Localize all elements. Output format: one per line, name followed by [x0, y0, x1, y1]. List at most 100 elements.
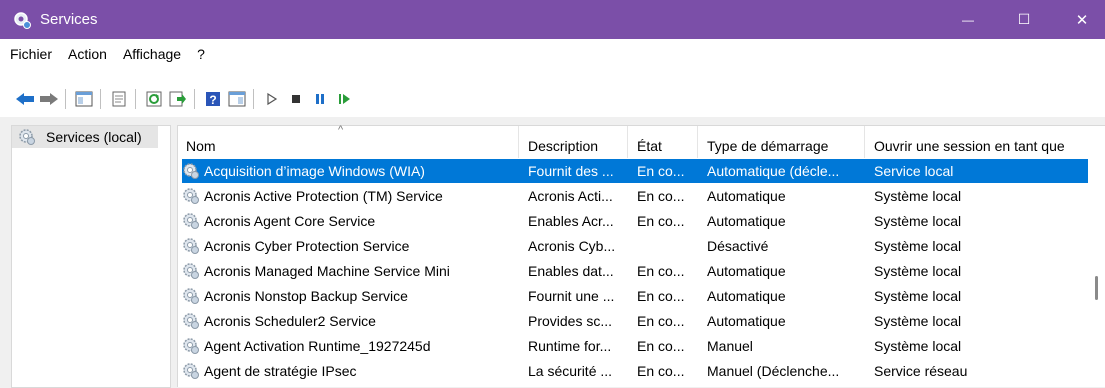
cell-description: Acronis Cyb... [528, 238, 616, 254]
close-button[interactable]: ✕ [1059, 0, 1105, 39]
service-gear-icon [183, 163, 199, 179]
cell-state: En co... [637, 338, 685, 354]
cell-state: En co... [637, 313, 685, 329]
vertical-scrollbar[interactable] [1095, 276, 1098, 300]
stop-service-icon [292, 95, 300, 103]
service-gear-icon [183, 213, 199, 229]
menu-fichier[interactable]: Fichier [0, 46, 60, 62]
cell-startup-type: Automatique (décle... [707, 163, 840, 179]
service-row[interactable]: Acquisition d’image Windows (WIA) Fournit… [182, 159, 1088, 183]
cell-description: Enables dat... [528, 263, 614, 279]
column-header-name[interactable]: Nom ^ [178, 124, 519, 158]
cell-startup-type: Automatique [707, 313, 786, 329]
maximize-button[interactable]: ☐ [1001, 0, 1047, 39]
forward-button[interactable] [38, 88, 60, 110]
export-list-button[interactable] [167, 88, 189, 110]
sort-ascending-icon: ^ [338, 124, 344, 136]
minimize-icon: — [962, 12, 974, 27]
column-header-startup-type[interactable]: Type de démarrage [699, 126, 865, 158]
cell-startup-type: Automatique [707, 188, 786, 204]
cell-state: En co... [637, 288, 685, 304]
close-icon: ✕ [1075, 11, 1089, 29]
cell-logon-as: Service local [874, 163, 954, 179]
help-button[interactable]: ? [202, 88, 224, 110]
column-header-logon[interactable]: Ouvrir une session en tant que [866, 126, 1088, 158]
cell-startup-type: Automatique [707, 288, 786, 304]
tree-item-label: Services (local) [46, 129, 142, 145]
menu-action[interactable]: Action [60, 46, 115, 62]
toolbar-separator [253, 89, 254, 109]
refresh-button[interactable] [143, 88, 165, 110]
cell-description: Provides sc... [528, 313, 613, 329]
svg-text:?: ? [209, 93, 216, 107]
cell-name: Acronis Active Protection (TM) Service [182, 184, 518, 208]
service-name: Acronis Agent Core Service [204, 213, 376, 229]
tree-item-services-local[interactable]: Services (local) [12, 126, 158, 148]
maximize-icon: ☐ [1017, 11, 1031, 27]
cell-state [637, 234, 697, 258]
service-row[interactable]: Acronis Active Protection (TM) Service Ac… [178, 184, 1088, 208]
services-list: Nom ^ Description État Type de démarrage… [177, 124, 1105, 387]
service-name: Agent Activation Runtime_1927245d [204, 338, 431, 354]
show-console-tree-button[interactable] [73, 88, 95, 110]
cell-name: Agent Activation Runtime_1927245d [182, 334, 518, 358]
service-gear-icon [183, 313, 199, 329]
service-row[interactable]: Agent de stratégie IPsec La sécurité ... E… [178, 359, 1088, 383]
stop-service-button[interactable] [285, 88, 307, 110]
cell-description: Enables Acr... [528, 213, 614, 229]
show-hide-action-pane-button[interactable] [226, 88, 248, 110]
services-gear-icon [19, 129, 35, 145]
column-header-label: Type de démarrage [707, 138, 829, 154]
service-gear-icon [183, 338, 199, 354]
menu-affichage[interactable]: Affichage [115, 46, 189, 62]
column-header-state[interactable]: État [629, 126, 698, 158]
service-row[interactable]: Acronis Cyber Protection Service Acronis … [178, 234, 1088, 258]
service-row[interactable]: Agent Activation Runtime_1927245d Runtime… [178, 334, 1088, 358]
cell-logon-as: Système local [874, 288, 962, 304]
service-row[interactable]: Acronis Nonstop Backup Service Fournit un… [178, 284, 1088, 308]
toolbar-separator [100, 89, 101, 109]
service-name: Agent de stratégie IPsec [204, 363, 357, 379]
toolbar-separator [135, 89, 136, 109]
cell-logon-as: Système local [874, 188, 962, 204]
services-gear-icon [14, 11, 31, 29]
column-header-description[interactable]: Description [520, 126, 628, 158]
service-name: Acronis Active Protection (TM) Service [204, 188, 443, 204]
cell-name: Acronis Cyber Protection Service [182, 234, 518, 258]
cell-name: Acquisition d’image Windows (WIA) [182, 159, 518, 183]
toolbar-separator [65, 89, 66, 109]
column-header-label: Description [528, 138, 599, 154]
cell-description: La sécurité ... [528, 363, 613, 379]
start-service-button[interactable] [261, 88, 283, 110]
pause-service-icon [316, 94, 324, 104]
service-gear-icon [183, 238, 199, 254]
cell-name: Agent de stratégie IPsec [182, 359, 518, 383]
service-row[interactable]: Acronis Scheduler2 Service Provides sc...… [178, 309, 1088, 333]
start-service-icon [267, 92, 278, 106]
resume-service-icon [339, 94, 350, 104]
cell-state: En co... [637, 188, 685, 204]
cell-startup-type: Manuel [707, 338, 753, 354]
title-bar: Services — ☐ ✕ [0, 0, 1105, 39]
cell-name: Acronis Scheduler2 Service [182, 309, 518, 333]
export-list-icon [169, 91, 186, 107]
toolbar: ? [0, 69, 1105, 117]
service-gear-icon [183, 263, 199, 279]
resume-service-button[interactable] [333, 88, 355, 110]
menu-help[interactable]: ? [189, 46, 213, 62]
cell-startup-type: Automatique [707, 263, 786, 279]
properties-button[interactable] [108, 88, 130, 110]
cell-logon-as: Système local [874, 263, 962, 279]
window-title: Services [40, 11, 98, 28]
service-row[interactable]: Acronis Agent Core Service Enables Acr...… [178, 209, 1088, 233]
pause-service-button[interactable] [309, 88, 331, 110]
column-header-label: Ouvrir une session en tant que [874, 138, 1065, 154]
toolbar-separator [194, 89, 195, 109]
minimize-button[interactable]: — [945, 0, 991, 39]
back-button[interactable] [14, 88, 36, 110]
service-row[interactable]: Acronis Managed Machine Service Mini Enab… [178, 259, 1088, 283]
console-tree: Services (local) [11, 125, 171, 388]
column-header-label: État [637, 138, 662, 154]
properties-icon [112, 91, 126, 107]
column-header-label: Nom [186, 138, 216, 154]
